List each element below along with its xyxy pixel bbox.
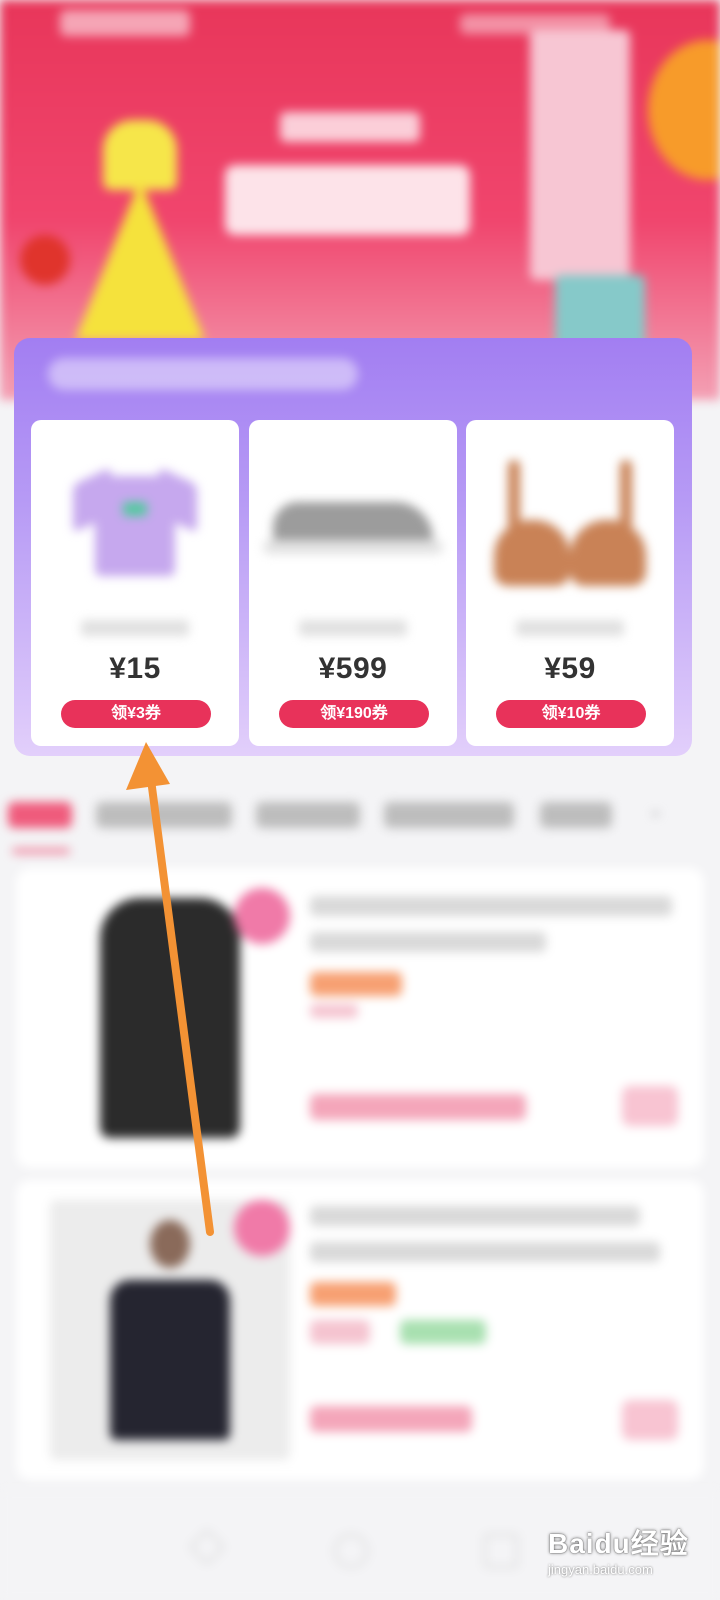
banner-side-card [530,30,630,280]
product-title [310,896,672,916]
buy-button[interactable] [622,1086,678,1126]
shop-avatar [234,1200,290,1256]
tab-item[interactable] [96,802,232,828]
product-subtag [310,1320,370,1344]
deal-price: ¥599 [318,652,388,685]
deal-card-tshirt[interactable]: ¥15 领¥3券 [31,420,239,746]
product-title [310,1206,640,1226]
product-title [310,932,546,952]
tshirt-image [31,420,239,610]
decor-fruit [20,235,70,285]
tab-item[interactable] [384,802,514,828]
coupon-button[interactable]: 领¥10券 [496,700,646,728]
deal-card-bra[interactable]: ¥59 领¥10券 [466,420,674,746]
product-tag [310,972,402,996]
recents-icon[interactable] [484,1534,518,1568]
watermark-url: jingyan.baidu.com [548,1562,653,1577]
coupon-button[interactable]: 领¥190券 [279,700,429,728]
product-tag [310,1282,396,1306]
chevron-down-icon[interactable]: ⌄ [648,800,668,820]
banner-title [225,165,470,235]
deal-name [516,620,624,636]
coupon-button[interactable]: 领¥3券 [61,700,211,728]
buy-button[interactable] [622,1400,678,1440]
shop-avatar [234,888,290,944]
back-icon[interactable] [188,1528,226,1566]
home-icon[interactable] [334,1534,368,1568]
bra-image [466,420,674,610]
product-title [310,1242,660,1262]
shoe-image [249,420,457,610]
deal-price: ¥15 [109,652,161,685]
tab-underline [12,848,70,854]
banner-subtitle [280,112,420,142]
deal-name [299,620,407,636]
product-price [310,1406,472,1432]
tab-item[interactable] [256,802,360,828]
banner-orange-decor [648,40,720,180]
product-subtag [310,1004,358,1018]
watermark-logo-text: Baidu经验 [548,1528,689,1559]
deals-panel-heading [48,358,358,390]
deal-card-shoe[interactable]: ¥599 领¥190券 [249,420,457,746]
dress-image [75,120,205,340]
banner-top-left-text [60,10,190,36]
deal-name [81,620,189,636]
product-item[interactable] [16,868,704,1168]
tab-active[interactable] [8,802,72,828]
deal-price: ¥59 [544,652,596,685]
product-price [310,1094,526,1120]
baidu-watermark: Baidu经验 jingyan.baidu.com [548,1490,720,1600]
category-tabs: ⌄ [0,790,720,860]
product-item[interactable] [16,1180,704,1480]
tab-item[interactable] [540,802,612,828]
product-subtag [400,1320,486,1344]
